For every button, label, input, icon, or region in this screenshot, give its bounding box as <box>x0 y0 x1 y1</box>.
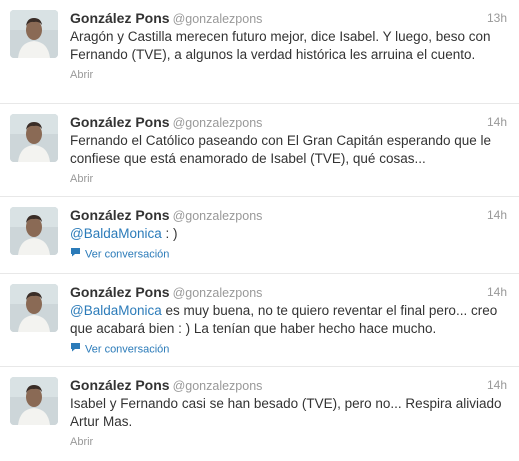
tweet-timestamp[interactable]: 14h <box>487 114 507 131</box>
tweet-text-body: : ) <box>161 226 178 241</box>
tweet-item[interactable]: González Pons @gonzalezpons 14h Fernando … <box>0 104 519 197</box>
tweet-text: @BaldaMonica es muy buena, no te quiero … <box>70 302 507 338</box>
view-conversation-link[interactable]: Ver conversación <box>70 342 507 357</box>
tweet-header: González Pons @gonzalezpons <box>70 114 507 131</box>
view-conversation-link[interactable]: Ver conversación <box>70 247 507 262</box>
open-tweet-link[interactable]: Abrir <box>70 68 507 83</box>
author-name[interactable]: González Pons <box>70 207 170 223</box>
tweet-text: @BaldaMonica : ) <box>70 225 507 243</box>
avatar[interactable] <box>10 284 58 332</box>
open-tweet-link[interactable]: Abrir <box>70 172 507 187</box>
speech-bubble-icon <box>70 247 81 262</box>
author-name[interactable]: González Pons <box>70 284 170 300</box>
tweet-item[interactable]: González Pons @gonzalezpons 14h @BaldaMon… <box>0 197 519 274</box>
author-handle[interactable]: @gonzalezpons <box>173 116 263 130</box>
tweet-text: Aragón y Castilla merecen futuro mejor, … <box>70 29 491 62</box>
speech-bubble-icon <box>70 342 81 357</box>
author-handle[interactable]: @gonzalezpons <box>173 286 263 300</box>
tweet-item[interactable]: González Pons @gonzalezpons 14h @BaldaMon… <box>0 274 519 367</box>
tweet-timeline: González Pons @gonzalezpons 13h Aragón y … <box>0 0 519 461</box>
tweet-header: González Pons @gonzalezpons <box>70 377 507 394</box>
author-handle[interactable]: @gonzalezpons <box>173 209 263 223</box>
tweet-text: Fernando el Católico paseando con El Gra… <box>70 133 492 166</box>
tweet-item[interactable]: González Pons @gonzalezpons 14h Isabel y … <box>0 367 519 461</box>
tweet-header: González Pons @gonzalezpons <box>70 10 507 27</box>
open-tweet-link[interactable]: Abrir <box>70 435 507 450</box>
author-name[interactable]: González Pons <box>70 377 170 393</box>
tweet-timestamp[interactable]: 14h <box>487 377 507 394</box>
view-conversation-label: Ver conversación <box>85 248 170 261</box>
tweet-timestamp[interactable]: 14h <box>487 207 507 224</box>
mention-link[interactable]: @BaldaMonica <box>70 226 162 241</box>
avatar[interactable] <box>10 377 58 425</box>
tweet-timestamp[interactable]: 13h <box>487 10 507 27</box>
tweet-header: González Pons @gonzalezpons <box>70 207 507 224</box>
tweet-item[interactable]: González Pons @gonzalezpons 13h Aragón y … <box>0 0 519 104</box>
author-handle[interactable]: @gonzalezpons <box>173 12 263 26</box>
author-handle[interactable]: @gonzalezpons <box>173 379 263 393</box>
avatar[interactable] <box>10 114 58 162</box>
view-conversation-label: Ver conversación <box>85 343 170 356</box>
tweet-timestamp[interactable]: 14h <box>487 284 507 301</box>
avatar[interactable] <box>10 10 58 58</box>
tweet-text: Isabel y Fernando casi se han besado (TV… <box>70 396 502 429</box>
avatar[interactable] <box>10 207 58 255</box>
tweet-header: González Pons @gonzalezpons <box>70 284 507 301</box>
mention-link[interactable]: @BaldaMonica <box>70 303 162 318</box>
author-name[interactable]: González Pons <box>70 114 170 130</box>
author-name[interactable]: González Pons <box>70 10 170 26</box>
